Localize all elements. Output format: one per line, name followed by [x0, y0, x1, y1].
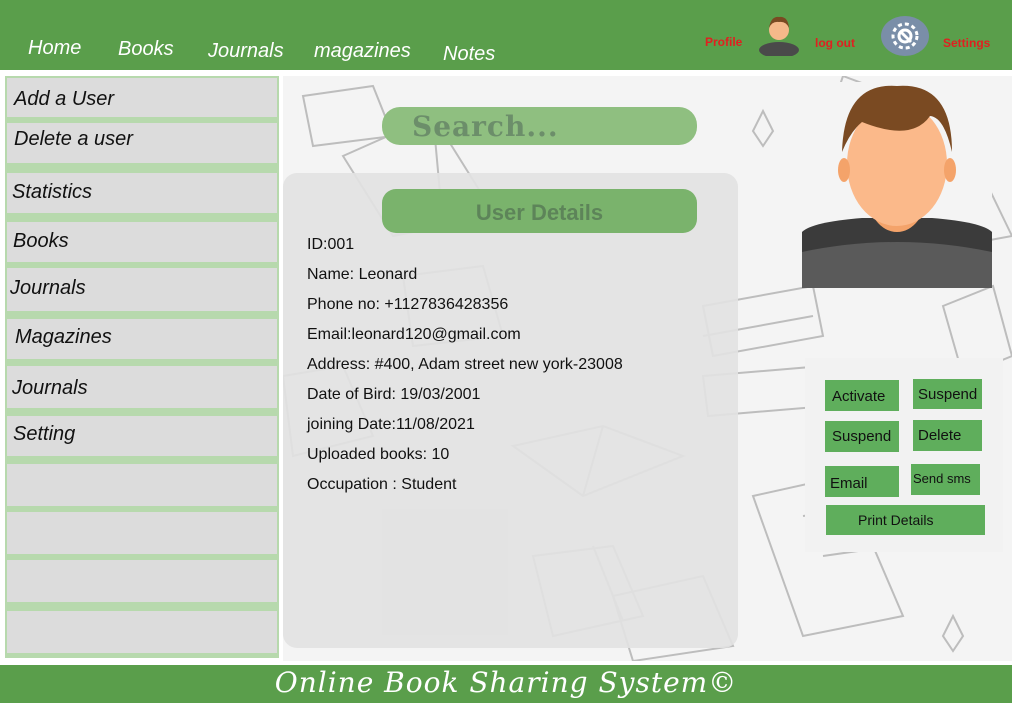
- delete-button[interactable]: Delete: [913, 420, 982, 451]
- settings-gear-icon[interactable]: [881, 16, 929, 56]
- detail-joining-date: joining Date:11/08/2021: [307, 416, 475, 433]
- footer-text: Online Book Sharing System©: [274, 666, 738, 699]
- sidebar-item-label: Add a User: [14, 88, 115, 110]
- search-placeholder: Search...: [412, 110, 559, 143]
- detail-birth-date: Date of Bird: 19/03/2001: [307, 386, 481, 403]
- profile-link[interactable]: Profile: [705, 35, 742, 49]
- suspend-label-2: Suspend: [832, 428, 892, 445]
- sidebar-item-books[interactable]: Books: [7, 222, 277, 262]
- print-details-label: Print Details: [858, 512, 934, 528]
- nav-magazines[interactable]: magazines: [314, 40, 411, 63]
- sidebar-item-empty: [7, 512, 277, 554]
- suspend-button[interactable]: Suspend: [913, 379, 982, 409]
- profile-avatar-icon[interactable]: [757, 12, 801, 56]
- user-details-header: User Details: [382, 189, 697, 233]
- sidebar-item-label: Setting: [13, 423, 76, 445]
- search-input[interactable]: Search...: [382, 107, 697, 145]
- user-avatar-image: [802, 82, 992, 288]
- sidebar-item-delete-user[interactable]: Delete a user: [7, 123, 277, 163]
- print-details-button[interactable]: Print Details: [826, 505, 985, 535]
- detail-uploaded-books: Uploaded books: 10: [307, 446, 450, 463]
- sidebar-item-setting[interactable]: Setting: [7, 416, 277, 456]
- sidebar: Add a User Delete a user Statistics Book…: [5, 76, 279, 658]
- nav-journals[interactable]: Journals: [208, 40, 284, 63]
- sidebar-item-journals[interactable]: Journals: [7, 268, 277, 311]
- sidebar-item-label: Books: [13, 230, 69, 252]
- sidebar-item-empty: [7, 611, 277, 653]
- top-nav-bar: Home Books Journals magazines Notes Prof…: [0, 0, 1012, 70]
- detail-id: ID:001: [307, 236, 355, 253]
- email-button[interactable]: Email: [825, 466, 899, 497]
- footer: Online Book Sharing System©: [0, 665, 1012, 703]
- sidebar-item-magazines[interactable]: Magazines: [7, 319, 277, 359]
- email-label: Email: [830, 475, 868, 492]
- nav-notes[interactable]: Notes: [443, 43, 495, 66]
- sidebar-item-label: Journals: [12, 377, 88, 399]
- sidebar-item-label: Journals: [10, 277, 86, 299]
- detail-address: Address: #400, Adam street new york-2300…: [307, 356, 623, 373]
- sidebar-item-empty: [7, 464, 277, 506]
- detail-email: Email:leonard120@gmail.com: [307, 326, 521, 343]
- detail-name: Name: Leonard: [307, 266, 418, 283]
- sidebar-item-empty: [7, 560, 277, 602]
- user-details-title: User Details: [475, 200, 604, 225]
- sidebar-item-label: Magazines: [15, 326, 112, 348]
- settings-link[interactable]: Settings: [943, 36, 990, 50]
- nav-home[interactable]: Home: [28, 37, 81, 60]
- activate-button[interactable]: Activate: [825, 380, 899, 411]
- nav-books[interactable]: Books: [118, 38, 174, 61]
- activate-label: Activate: [832, 388, 886, 405]
- logout-link[interactable]: log out: [815, 36, 855, 50]
- sidebar-item-statistics[interactable]: Statistics: [7, 173, 277, 213]
- send-sms-label: Send sms: [913, 471, 971, 486]
- suspend-label: Suspend: [918, 386, 978, 403]
- sidebar-item-label: Statistics: [12, 181, 93, 203]
- send-sms-button[interactable]: Send sms: [911, 464, 980, 495]
- sidebar-item-label: Delete a user: [14, 128, 133, 150]
- detail-occupation: Occupation : Student: [307, 476, 457, 493]
- sidebar-item-add-user[interactable]: Add a User: [7, 78, 277, 117]
- suspend-button-2[interactable]: Suspend: [825, 421, 899, 452]
- sidebar-item-journals-2[interactable]: Journals: [7, 366, 277, 408]
- detail-phone: Phone no: +1127836428356: [307, 296, 509, 313]
- delete-label: Delete: [918, 427, 962, 444]
